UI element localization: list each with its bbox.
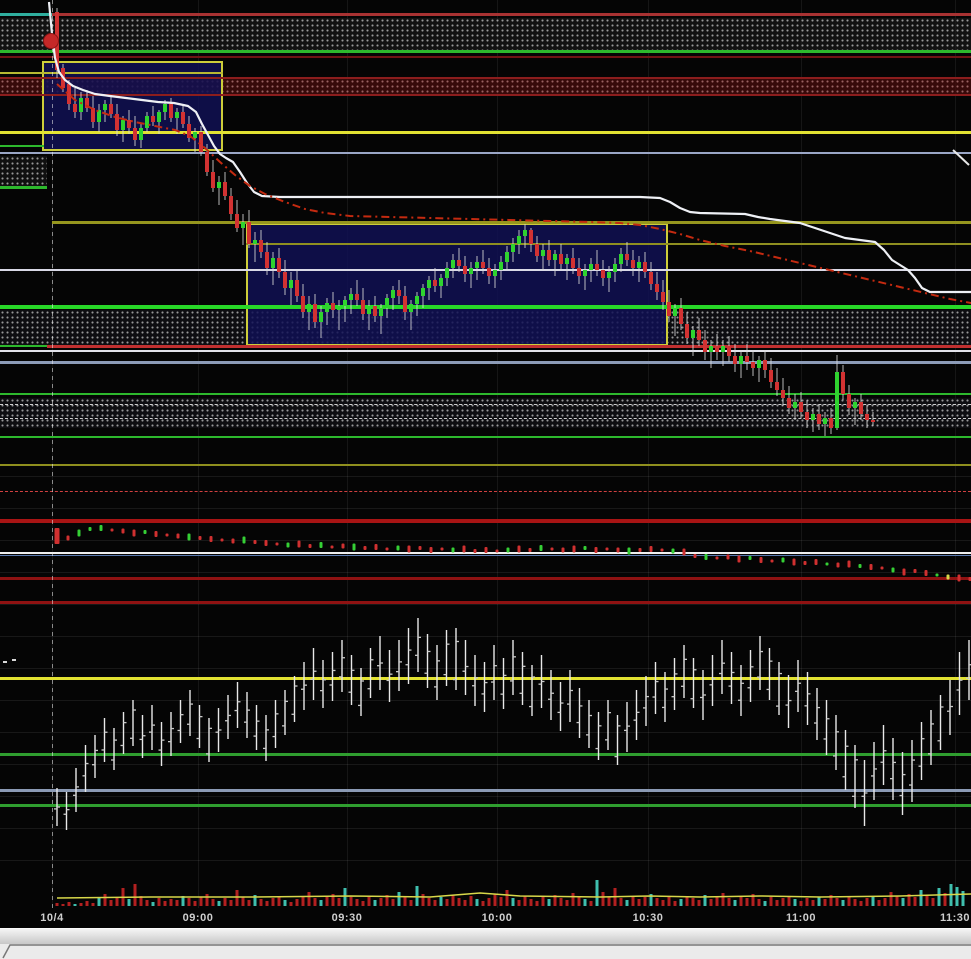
hatched-zone bbox=[0, 398, 971, 428]
level-line bbox=[0, 393, 971, 395]
horizontal-gridline bbox=[0, 604, 971, 605]
level-line bbox=[0, 345, 47, 347]
level-line bbox=[0, 361, 971, 364]
horizontal-gridline bbox=[0, 700, 971, 701]
level-line bbox=[52, 13, 971, 16]
session-start-line bbox=[52, 0, 53, 908]
level-line bbox=[0, 555, 971, 556]
tab-edge-icon bbox=[2, 944, 971, 959]
level-line bbox=[0, 77, 971, 79]
level-line bbox=[52, 221, 971, 224]
range-box bbox=[246, 223, 668, 346]
horizontal-gridline bbox=[0, 476, 971, 477]
horizontal-gridline bbox=[0, 540, 971, 541]
horizontal-gridline bbox=[0, 668, 971, 669]
vertical-gridline bbox=[648, 0, 649, 908]
horizontal-gridline bbox=[0, 796, 971, 797]
vertical-gridline bbox=[801, 0, 802, 908]
level-line bbox=[0, 152, 971, 154]
level-line bbox=[0, 404, 971, 405]
level-line bbox=[0, 94, 971, 96]
level-line bbox=[47, 345, 971, 348]
level-line bbox=[0, 418, 971, 419]
range-box bbox=[42, 61, 223, 151]
level-line bbox=[0, 269, 971, 271]
level-line bbox=[246, 243, 971, 245]
level-line bbox=[0, 577, 971, 580]
horizontal-gridline bbox=[0, 732, 971, 733]
level-line bbox=[0, 464, 971, 466]
trading-platform-window: 10/4 09:00 09:30 10:00 10:30 11:00 11:30 bbox=[0, 0, 971, 959]
hatched-zone bbox=[0, 156, 47, 186]
horizontal-gridline bbox=[0, 764, 971, 765]
horizontal-gridline bbox=[0, 828, 971, 829]
vertical-gridline bbox=[955, 0, 956, 908]
time-axis-label: 09:30 bbox=[331, 912, 363, 924]
vertical-gridline bbox=[347, 0, 348, 908]
horizontal-gridline bbox=[0, 572, 971, 573]
hatched-zone bbox=[0, 18, 971, 51]
level-line bbox=[0, 677, 971, 680]
time-axis-label: 09:00 bbox=[182, 912, 214, 924]
time-axis-label: 11:30 bbox=[939, 912, 971, 924]
level-line bbox=[0, 131, 971, 134]
horizontal-gridline bbox=[0, 636, 971, 637]
window-bottom-chrome bbox=[0, 928, 971, 959]
level-line bbox=[0, 350, 971, 352]
level-line bbox=[0, 72, 223, 74]
level-line bbox=[0, 436, 971, 438]
level-line bbox=[0, 753, 971, 756]
time-axis-label: 11:00 bbox=[785, 912, 817, 924]
horizontal-scrollbar[interactable] bbox=[0, 928, 971, 944]
level-line bbox=[0, 56, 971, 58]
level-line bbox=[0, 804, 971, 807]
horizontal-gridline bbox=[0, 860, 971, 861]
chart-area[interactable]: 10/4 09:00 09:30 10:00 10:30 11:00 11:30 bbox=[0, 0, 971, 928]
chart-tab-strip[interactable] bbox=[0, 944, 971, 959]
level-line bbox=[0, 145, 44, 147]
time-axis-label: 10:00 bbox=[481, 912, 513, 924]
level-line bbox=[0, 552, 971, 554]
time-axis-label: 10:30 bbox=[632, 912, 664, 924]
level-line bbox=[0, 305, 971, 309]
level-line bbox=[0, 13, 52, 16]
level-line bbox=[0, 789, 971, 792]
time-axis-label: 10/4 bbox=[40, 912, 64, 924]
level-line bbox=[0, 186, 47, 189]
level-line bbox=[0, 519, 971, 523]
vertical-gridline bbox=[497, 0, 498, 908]
level-line bbox=[0, 601, 971, 604]
level-line bbox=[0, 491, 971, 492]
level-line bbox=[0, 50, 971, 53]
horizontal-gridline bbox=[0, 508, 971, 509]
